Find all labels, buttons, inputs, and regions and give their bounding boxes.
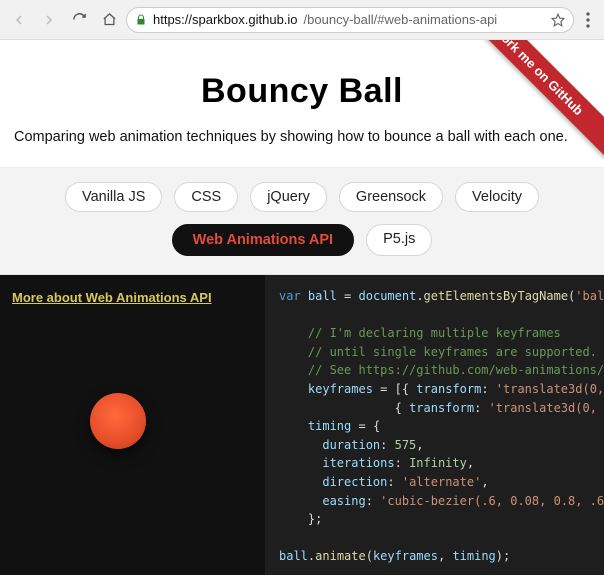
code-token: ball	[308, 289, 337, 303]
code-token: =	[337, 289, 359, 303]
code-pane: var ball = document.getElementsByTagName…	[265, 275, 604, 575]
code-token: iterations	[322, 456, 394, 470]
tab-row-1: Vanilla JS CSS jQuery Greensock Velocity	[65, 182, 539, 212]
code-token: };	[308, 512, 322, 526]
code-token: document	[359, 289, 417, 303]
more-about-link[interactable]: More about Web Animations API	[12, 289, 212, 307]
code-token: 'translate3d(0, 160px, 0	[489, 401, 604, 415]
lock-icon	[135, 14, 147, 26]
code-token: transform	[409, 401, 474, 415]
tab-row-2: Web Animations API P5.js	[172, 224, 433, 256]
url-path: /bouncy-ball/#web-animations-api	[304, 12, 498, 27]
code-token: Infinity	[409, 456, 467, 470]
tab-jquery[interactable]: jQuery	[250, 182, 327, 212]
code-token: 575	[395, 438, 417, 452]
code-token: getElementsByTagName	[424, 289, 569, 303]
code-token: 'alternate'	[402, 475, 481, 489]
animation-pane: More about Web Animations API	[0, 275, 265, 575]
code-token: ball	[279, 549, 308, 563]
demo-content: More about Web Animations API var ball =…	[0, 275, 604, 575]
bouncing-ball	[90, 393, 146, 449]
code-token: animate	[315, 549, 366, 563]
forward-button[interactable]	[36, 7, 62, 33]
page-title: Bouncy Ball	[16, 72, 588, 111]
address-bar[interactable]: https://sparkbox.github.io/bouncy-ball/#…	[126, 7, 574, 33]
code-token: 'ball'	[575, 289, 604, 303]
page-content: Fork me on GitHub Bouncy Ball Comparing …	[0, 40, 604, 581]
code-token: timing	[452, 549, 495, 563]
code-token: keyframes	[373, 549, 438, 563]
code-token: = {	[351, 419, 380, 433]
back-button[interactable]	[6, 7, 32, 33]
code-token: = [{	[373, 382, 416, 396]
tab-greensock[interactable]: Greensock	[339, 182, 443, 212]
code-token: keyframes	[308, 382, 373, 396]
kebab-menu-icon[interactable]	[578, 12, 598, 28]
url-host: https://sparkbox.github.io	[153, 12, 298, 27]
code-token: {	[308, 401, 409, 415]
code-token: timing	[308, 419, 351, 433]
tab-velocity[interactable]: Velocity	[455, 182, 539, 212]
code-token: transform	[416, 382, 481, 396]
tab-css[interactable]: CSS	[174, 182, 238, 212]
reload-button[interactable]	[66, 7, 92, 33]
technique-tabs: Vanilla JS CSS jQuery Greensock Velocity…	[0, 167, 604, 275]
tab-p5js[interactable]: P5.js	[366, 224, 432, 256]
code-comment: // until single keyframes are supported.	[308, 345, 597, 359]
code-token: 'cubic-bezier(.6, 0.08, 0.8, .6)'	[380, 494, 604, 508]
code-token: direction	[322, 475, 387, 489]
code-comment: // See https://github.com/web-animations…	[308, 363, 604, 377]
page-subtitle: Comparing web animation techniques by sh…	[0, 119, 604, 167]
tab-web-animations-api[interactable]: Web Animations API	[172, 224, 354, 256]
code-token: var	[279, 289, 301, 303]
code-token: easing	[322, 494, 365, 508]
code-token: 'translate3d(0, 0, 0)'	[496, 382, 604, 396]
bookmark-icon[interactable]	[551, 13, 565, 27]
code-token: duration	[322, 438, 380, 452]
code-comment: // I'm declaring multiple keyframes	[308, 326, 561, 340]
home-button[interactable]	[96, 7, 122, 33]
browser-toolbar: https://sparkbox.github.io/bouncy-ball/#…	[0, 0, 604, 40]
tab-vanilla-js[interactable]: Vanilla JS	[65, 182, 162, 212]
